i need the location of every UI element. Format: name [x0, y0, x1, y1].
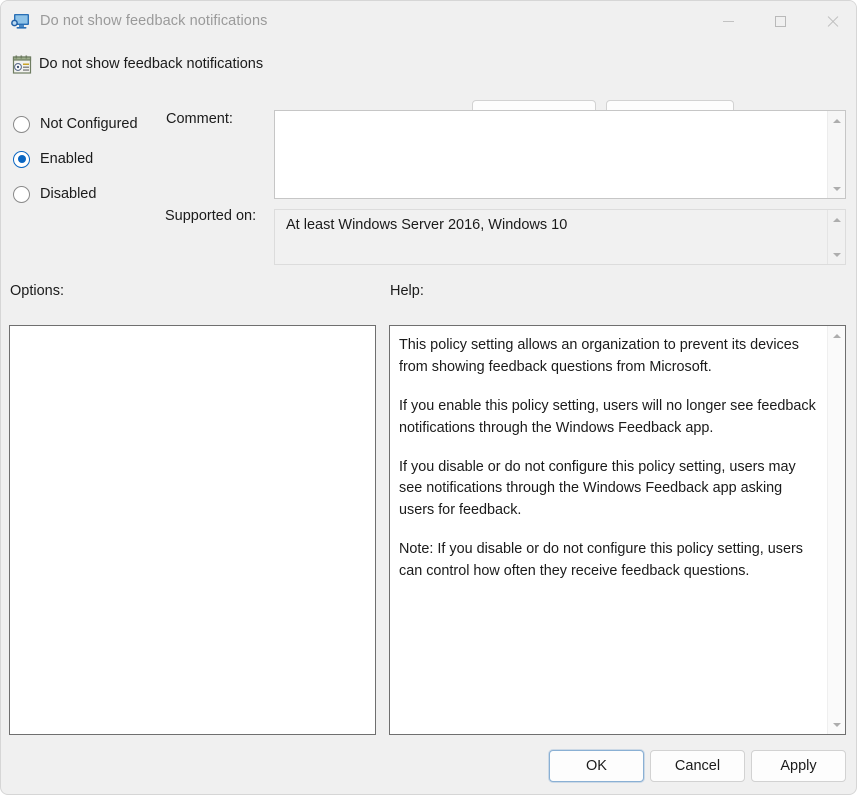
policy-header: Do not show feedback notifications Previ… [1, 41, 856, 130]
radio-label-disabled: Disabled [40, 186, 97, 202]
close-icon [826, 15, 839, 28]
maximize-icon [774, 15, 786, 27]
supported-on-content: At least Windows Server 2016, Windows 10 [275, 210, 827, 264]
apply-button[interactable]: Apply [751, 750, 846, 782]
title-bar: Do not show feedback notifications [1, 1, 856, 41]
scroll-down-icon[interactable] [828, 717, 845, 732]
scroll-up-icon[interactable] [828, 328, 845, 343]
help-paragraph: If you disable or do not configure this … [399, 458, 796, 519]
scroll-down-icon[interactable] [828, 247, 845, 262]
minimize-button[interactable] [702, 1, 754, 41]
comment-field[interactable] [274, 110, 846, 199]
comment-scrollbar[interactable] [827, 111, 845, 198]
supported-on-label: Supported on: [165, 208, 257, 224]
supported-on-field: At least Windows Server 2016, Windows 10 [274, 209, 846, 265]
radio-indicator-selected-icon [13, 150, 30, 168]
help-paragraph: If you enable this policy setting, users… [399, 397, 816, 436]
help-panel-content: This policy setting allows an organizati… [390, 326, 827, 734]
maximize-button[interactable] [754, 1, 806, 41]
options-panel-content [10, 326, 375, 734]
comment-label: Comment: [166, 111, 233, 127]
radio-indicator-icon [13, 185, 30, 203]
minimize-icon [722, 20, 734, 22]
help-paragraph: This policy setting allows an organizati… [399, 337, 799, 375]
scroll-up-icon[interactable] [828, 212, 845, 227]
help-label: Help: [390, 283, 424, 299]
comment-textarea[interactable] [275, 111, 827, 198]
options-panel[interactable] [9, 325, 376, 735]
policy-setting-icon [11, 54, 33, 76]
radio-enabled[interactable]: Enabled [13, 149, 93, 169]
window-title: Do not show feedback notifications [40, 13, 268, 29]
close-button[interactable] [806, 1, 856, 41]
help-scrollbar[interactable] [827, 326, 845, 734]
scroll-down-icon[interactable] [828, 181, 845, 196]
radio-not-configured[interactable]: Not Configured [13, 114, 138, 134]
window-controls [702, 1, 856, 41]
radio-disabled[interactable]: Disabled [13, 184, 96, 204]
gpedit-policy-dialog: Do not show feedback notifications Do no… [0, 0, 857, 795]
help-panel: This policy setting allows an organizati… [389, 325, 846, 735]
cancel-button[interactable]: Cancel [650, 750, 745, 782]
scroll-up-icon[interactable] [828, 113, 845, 128]
help-paragraph: Note: If you disable or do not configure… [399, 541, 803, 580]
radio-label-not-configured: Not Configured [40, 116, 138, 132]
ok-button[interactable]: OK [549, 750, 644, 782]
radio-indicator-icon [13, 115, 30, 133]
supported-on-value: At least Windows Server 2016, Windows 10 [286, 217, 568, 233]
supported-on-scrollbar[interactable] [827, 210, 845, 264]
computer-monitor-icon [10, 10, 32, 32]
radio-label-enabled: Enabled [40, 151, 94, 167]
options-label: Options: [10, 283, 64, 299]
page-title: Do not show feedback notifications [39, 56, 264, 72]
